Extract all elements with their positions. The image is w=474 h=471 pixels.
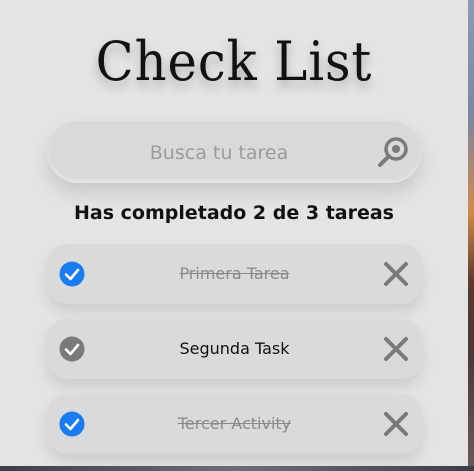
todo-item: Tercer Activity (47, 394, 422, 454)
taskbar-edge (0, 466, 474, 471)
search-input[interactable] (77, 121, 361, 185)
desktop-background (468, 0, 474, 471)
close-icon[interactable] (382, 260, 410, 288)
search-icon[interactable] (376, 135, 410, 169)
close-icon[interactable] (382, 410, 410, 438)
todo-item: Segunda Task (47, 319, 422, 379)
check-circle-icon[interactable] (59, 261, 85, 287)
check-circle-icon[interactable] (59, 411, 85, 437)
app-window: Check List Has completado 2 de 3 tareas … (0, 0, 468, 466)
todo-item: Primera Tarea (47, 244, 422, 304)
close-icon[interactable] (382, 335, 410, 363)
todo-text: Primera Tarea (179, 264, 290, 283)
search-bar (47, 121, 422, 185)
todo-text: Segunda Task (179, 339, 290, 358)
todo-text: Tercer Activity (177, 414, 292, 433)
completion-summary: Has completado 2 de 3 tareas (74, 202, 394, 224)
check-circle-icon[interactable] (59, 336, 85, 362)
page-title: Check List (95, 30, 373, 93)
